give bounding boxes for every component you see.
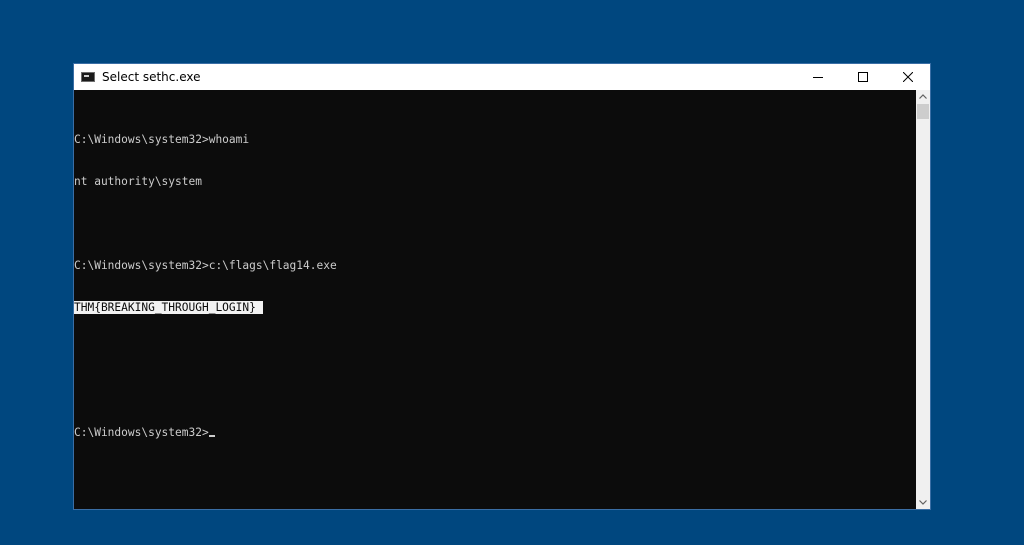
vertical-scrollbar[interactable] bbox=[916, 90, 930, 509]
console-line-selected: THM{BREAKING_THROUGH_LOGIN} bbox=[74, 301, 916, 315]
maximize-button[interactable] bbox=[840, 64, 885, 90]
desktop: Select sethc.exe C:\Windows\system32>who… bbox=[0, 0, 1024, 545]
close-button[interactable] bbox=[885, 64, 930, 90]
scroll-up-button[interactable] bbox=[916, 90, 930, 103]
chevron-down-icon bbox=[919, 500, 927, 505]
maximize-icon bbox=[857, 72, 868, 82]
console-line: C:\Windows\system32>whoami bbox=[74, 133, 250, 146]
console-line: nt authority\system bbox=[74, 175, 202, 188]
console-output[interactable]: C:\Windows\system32>whoami nt authority\… bbox=[74, 90, 916, 509]
console-window[interactable]: Select sethc.exe C:\Windows\system32>who… bbox=[73, 63, 931, 510]
text-cursor bbox=[208, 435, 215, 437]
scroll-thumb[interactable] bbox=[917, 104, 929, 119]
console-line: C:\Windows\system32>c:\flags\flag14.exe bbox=[74, 259, 337, 272]
close-icon bbox=[902, 72, 913, 82]
chevron-up-icon bbox=[919, 94, 927, 99]
window-title: Select sethc.exe bbox=[102, 70, 201, 84]
console-prompt-line: C:\Windows\system32> bbox=[74, 426, 916, 440]
scroll-down-button[interactable] bbox=[916, 496, 930, 509]
minimize-button[interactable] bbox=[795, 64, 840, 90]
selected-text[interactable]: THM{BREAKING_THROUGH_LOGIN} bbox=[74, 301, 263, 314]
minimize-icon bbox=[812, 77, 823, 78]
title-bar[interactable]: Select sethc.exe bbox=[74, 64, 930, 90]
console-icon[interactable] bbox=[81, 72, 95, 82]
caption-buttons bbox=[795, 64, 930, 90]
console-prompt: C:\Windows\system32> bbox=[74, 426, 209, 439]
